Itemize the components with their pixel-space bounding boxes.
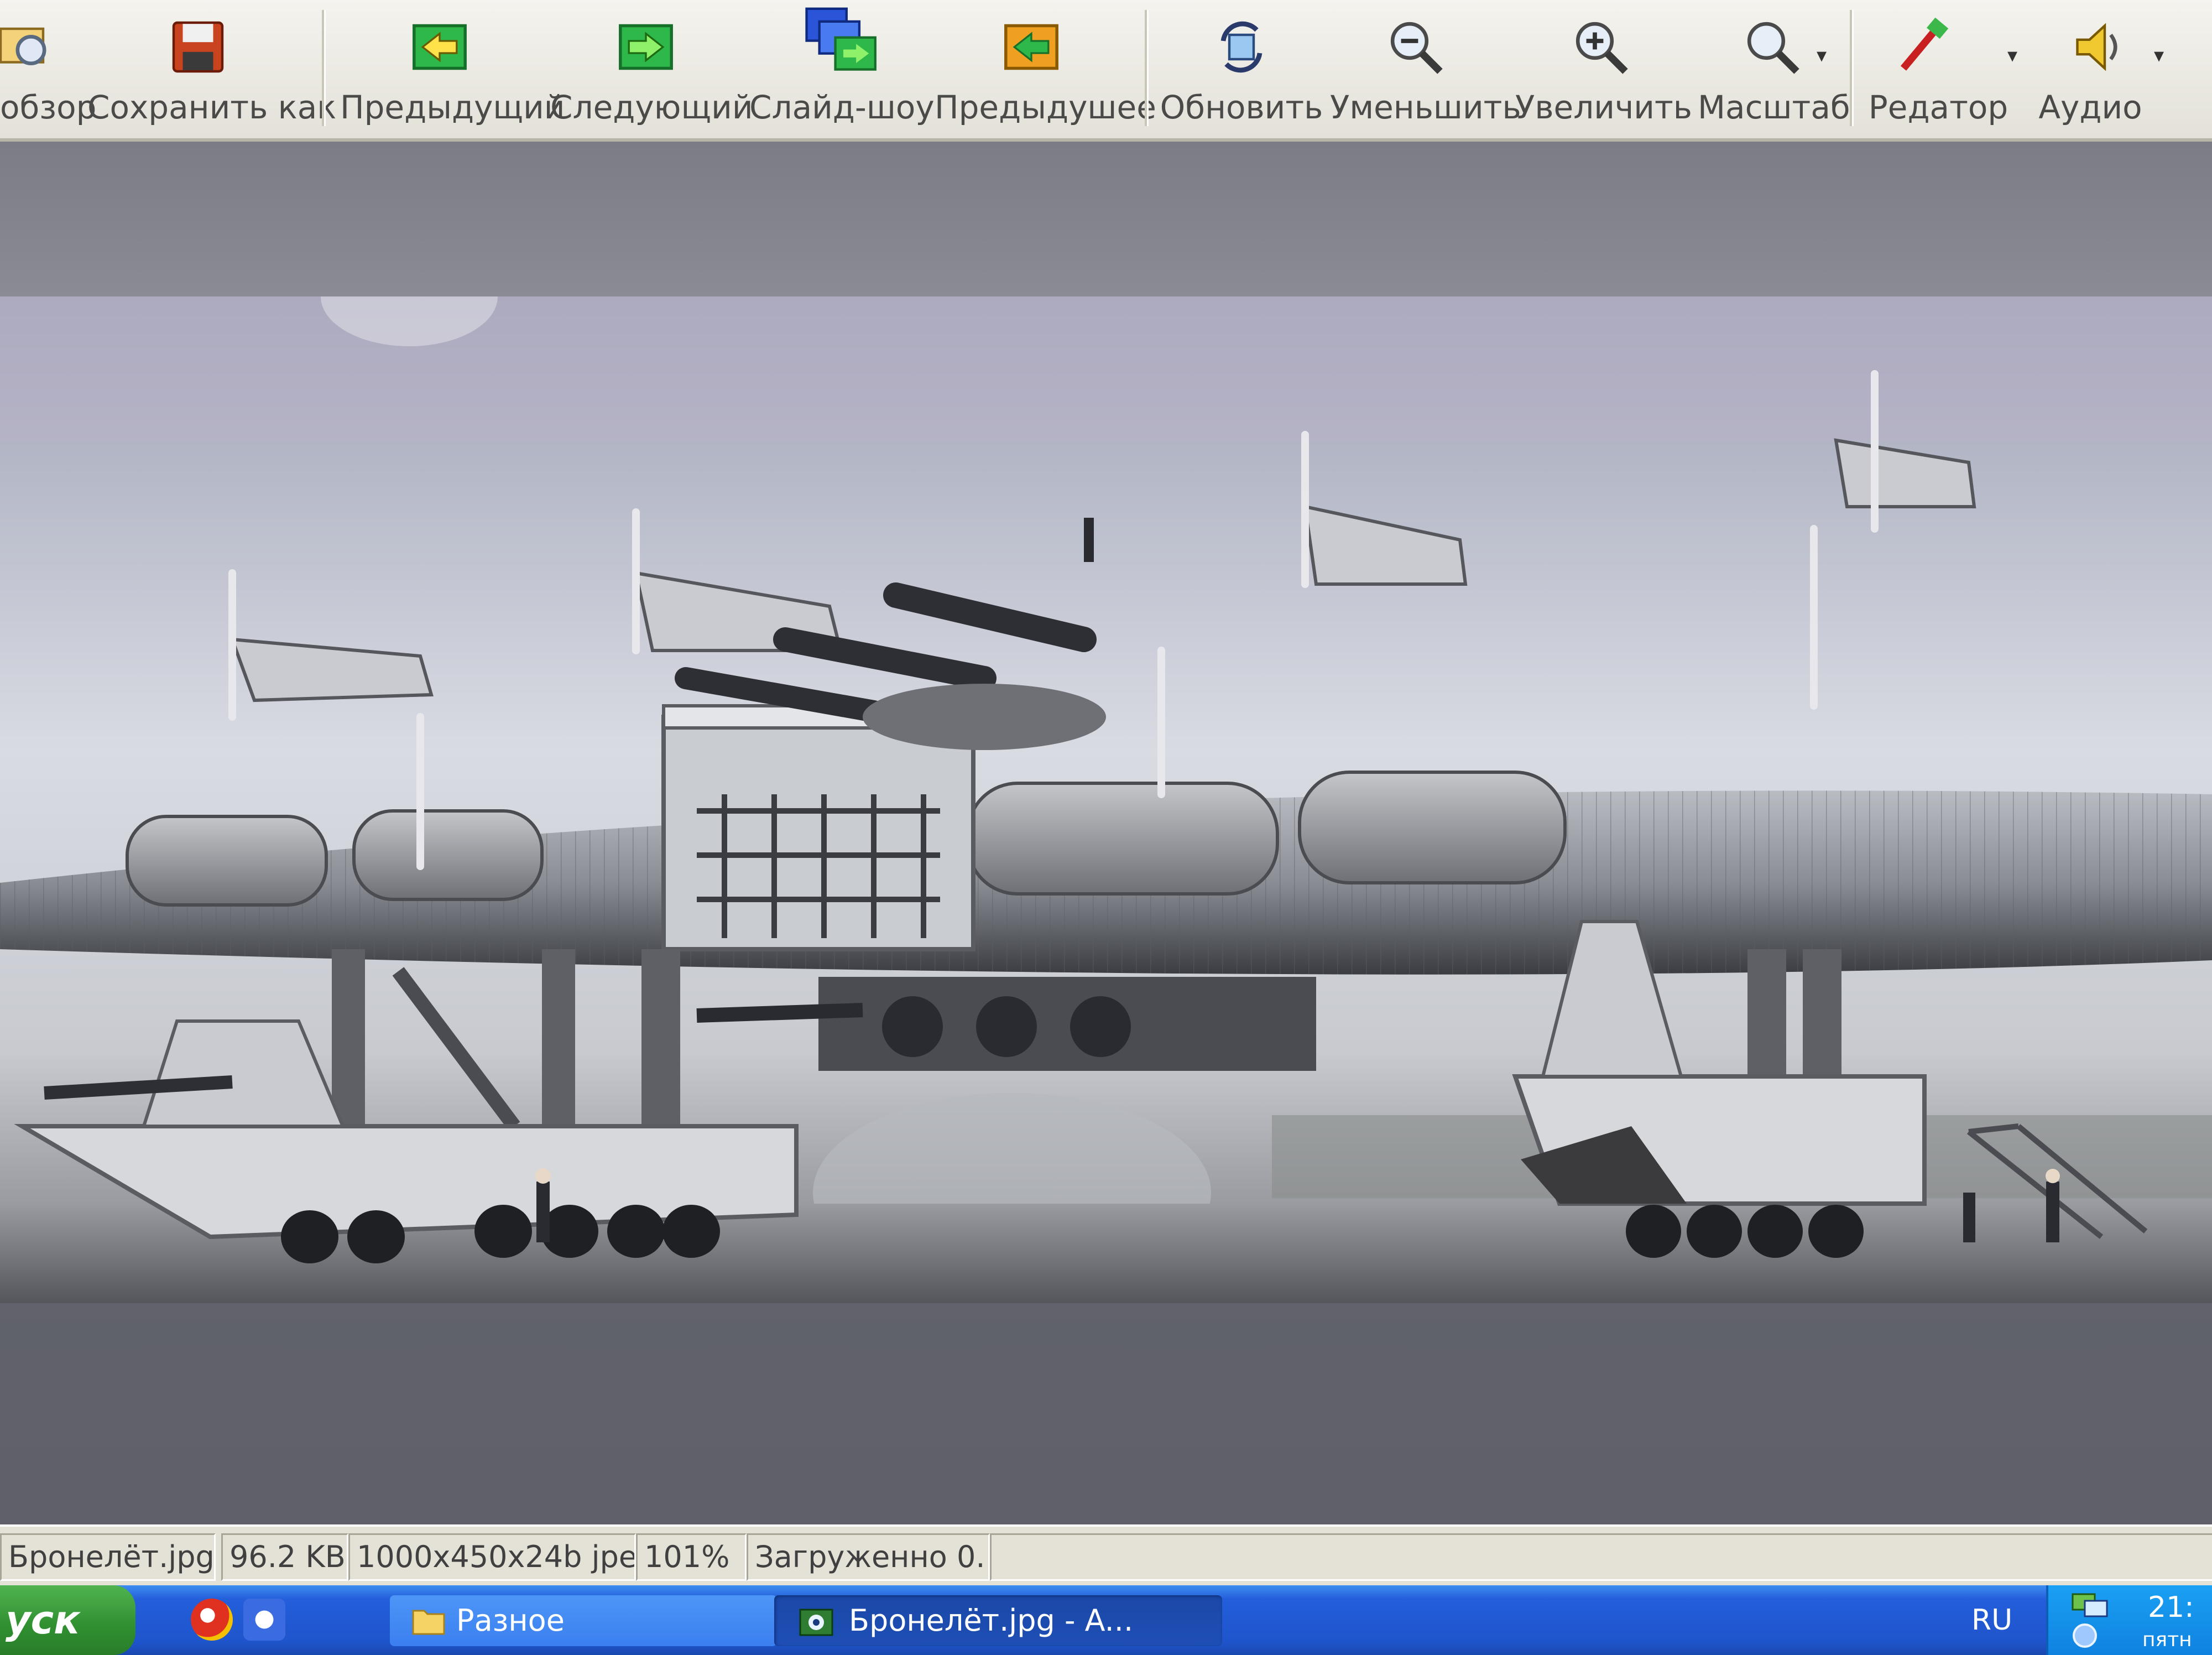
system-tray: 21: пятн [2046, 1585, 2212, 1655]
refresh-icon [1220, 21, 1262, 73]
magnifier-icon [1747, 22, 1799, 74]
zoom-out-label: Уменьшить [1330, 89, 1521, 126]
network-icon[interactable] [2070, 1591, 2109, 1618]
taskbar: уск Разное Бронелёт.jpg - A... RU 21: пя… [0, 1585, 2212, 1655]
clock-time[interactable]: 21: [2148, 1591, 2194, 1624]
scale-button[interactable]: ▾ Масштаб [1698, 0, 1850, 138]
folder-icon [412, 1610, 445, 1635]
zoom-out-icon [1390, 22, 1443, 74]
status-zoom: 101% [636, 1533, 747, 1581]
desktop-icon[interactable] [243, 1599, 285, 1641]
previous-label: Предыдущий [340, 89, 565, 126]
previous-folder-label: Предыдушее [935, 89, 1156, 126]
arrow-right-icon [619, 24, 673, 70]
arrow-left-icon [413, 24, 467, 70]
previous-button[interactable]: Предыдущий [340, 0, 565, 138]
status-dimensions: 1000x450x24b jpeg [348, 1533, 636, 1581]
status-empty [990, 1533, 2212, 1581]
status-filename: Бронелёт.jpg [0, 1533, 216, 1581]
audio-label: Аудио [2038, 89, 2142, 126]
taskbar-item-label: Разное [456, 1603, 565, 1638]
browser-icon[interactable] [191, 1599, 233, 1641]
viewer-top-margin [0, 142, 2212, 296]
zoom-out-button[interactable]: Уменьшить [1330, 0, 1521, 138]
speaker-icon [2076, 23, 2117, 71]
editor-brush-icon [1900, 17, 1949, 71]
status-filesize: 96.2 KB [221, 1533, 348, 1581]
floppy-disk-icon [172, 21, 224, 73]
slideshow-icon [805, 7, 877, 71]
browse-label: обзор [0, 89, 97, 126]
toolbar-separator [1850, 10, 1854, 126]
taskbar-item-folder[interactable]: Разное [390, 1595, 777, 1646]
previous-folder-icon [1004, 24, 1058, 70]
save-as-label: Сохранить как [87, 89, 337, 126]
language-indicator[interactable]: RU [1971, 1585, 2012, 1655]
browse-icon [0, 27, 46, 65]
editor-label: Редатор [1868, 89, 2008, 126]
refresh-label: Обновить [1160, 89, 1323, 126]
toolbar-separator [1145, 10, 1149, 126]
chevron-down-icon[interactable]: ▾ [1817, 44, 1827, 67]
audio-button[interactable]: ▾ Аудио [2024, 0, 2164, 138]
slideshow-label: Слайд-шоу [749, 89, 935, 126]
status-load: Загруженно 0.1 [747, 1533, 990, 1581]
browse-button[interactable]: обзор [0, 0, 97, 138]
airship-fortress-illustration [0, 296, 2212, 1303]
clock-day: пятн [2142, 1628, 2192, 1651]
zoom-in-icon [1575, 22, 1628, 74]
taskbar-item-label: Бронелёт.jpg - A... [849, 1603, 1134, 1638]
displayed-image [0, 296, 2212, 1303]
taskbar-item-image-viewer[interactable]: Бронелёт.jpg - A... [774, 1595, 1222, 1646]
next-label: Следующий [550, 89, 753, 126]
zoom-in-label: Увеличить [1515, 89, 1692, 126]
toolbar-separator [322, 10, 326, 126]
status-bar: Бронелёт.jpg 96.2 KB 1000x450x24b jpeg 1… [0, 1524, 2212, 1588]
zoom-in-button[interactable]: Увеличить [1515, 0, 1692, 138]
volume-icon[interactable] [2070, 1622, 2101, 1649]
slideshow-button[interactable]: Слайд-шоу [749, 0, 935, 138]
image-viewport[interactable] [0, 142, 2212, 1524]
editor-button[interactable]: ▾ Редатор [1858, 0, 2018, 138]
chevron-down-icon[interactable]: ▾ [2007, 44, 2017, 67]
next-button[interactable]: Следующий [550, 0, 753, 138]
refresh-button[interactable]: Обновить [1159, 0, 1324, 138]
previous-folder-button[interactable]: Предыдушее [935, 0, 1156, 138]
scale-label: Масштаб [1698, 89, 1850, 126]
save-as-button[interactable]: Сохранить как [87, 0, 337, 138]
toolbar: обзор Сохранить как Предыдущий Следующий [0, 0, 2212, 142]
image-viewer-icon [799, 1609, 833, 1636]
start-button[interactable]: уск [0, 1585, 135, 1655]
chevron-down-icon[interactable]: ▾ [2154, 44, 2164, 67]
